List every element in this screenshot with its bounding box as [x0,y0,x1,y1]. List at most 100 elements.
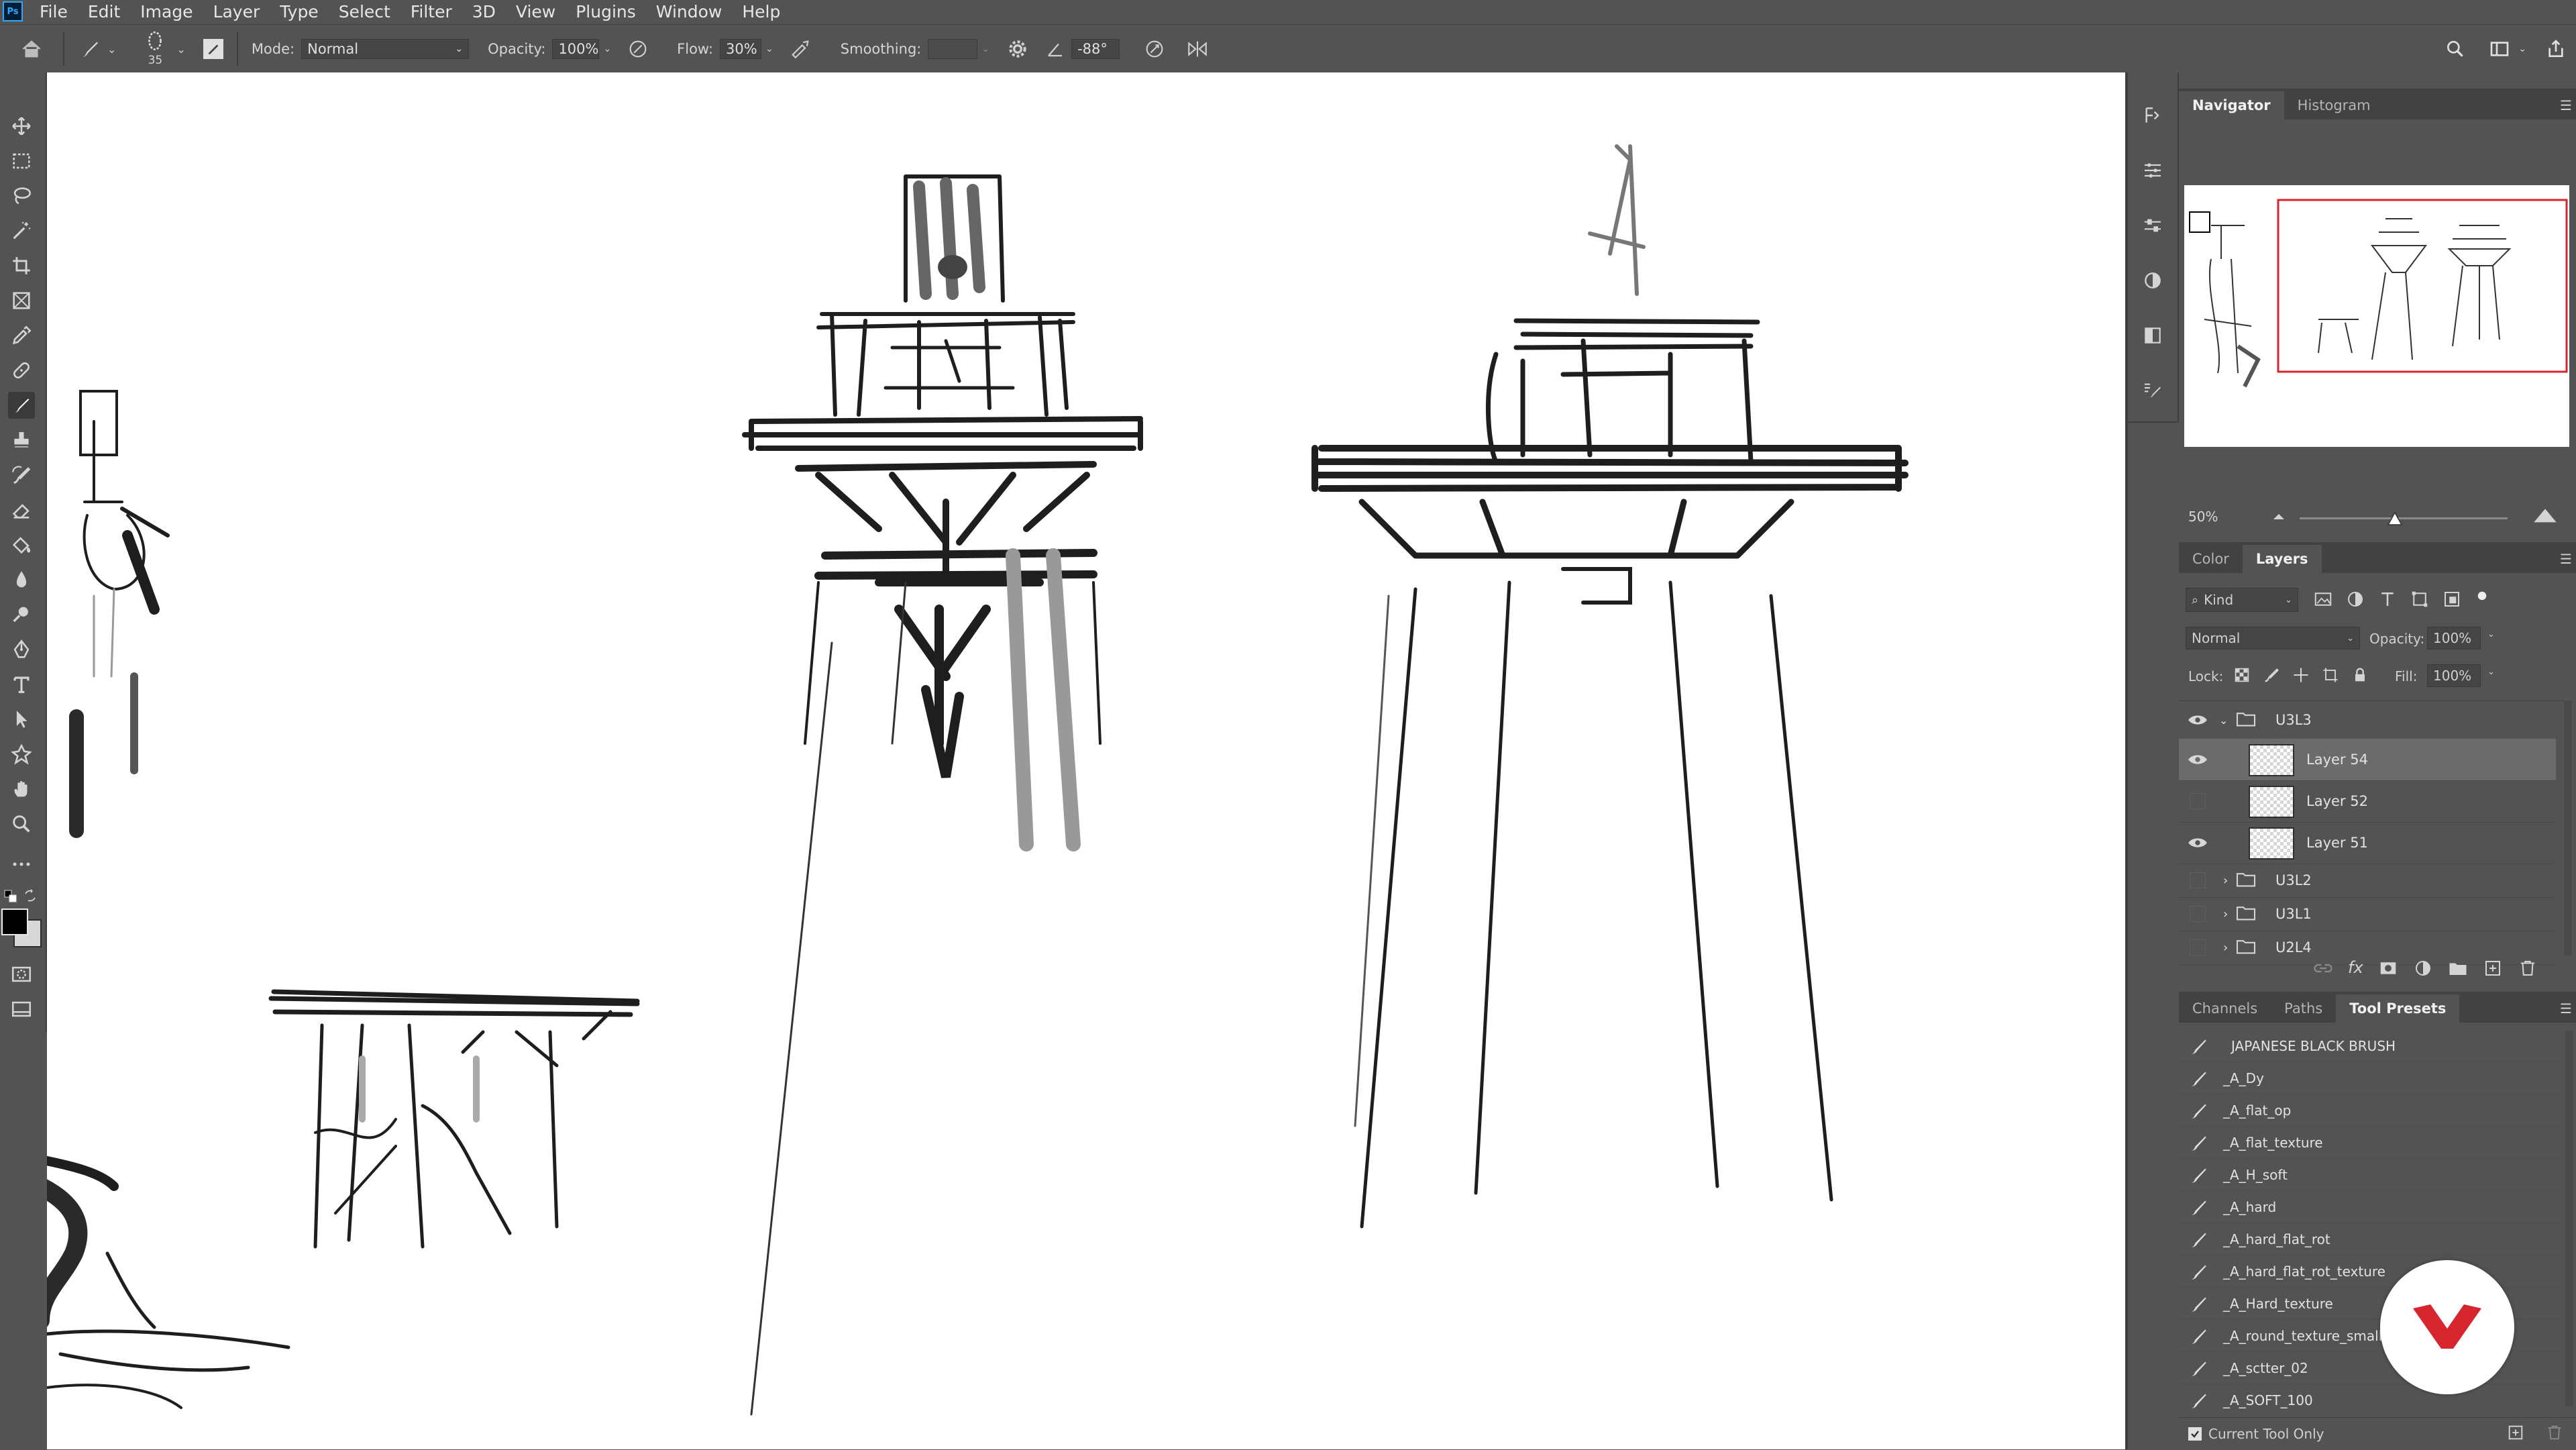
filter-toggle-icon[interactable] [2474,589,2490,612]
magic-wand-icon[interactable] [8,217,35,244]
navigator-preview[interactable] [2184,185,2569,447]
visibility-toggle-empty[interactable] [2184,934,2211,961]
tab-channels[interactable]: Channels [2179,994,2271,1023]
layer-opacity-field[interactable]: 100% [2427,627,2481,650]
zoom-slider-handle[interactable] [2387,511,2403,526]
filter-adjustment-icon[interactable] [2345,589,2365,612]
layer-filter-kind-select[interactable]: ⌕ Kind ⌄ [2186,588,2298,612]
filter-type-icon[interactable] [2377,589,2398,612]
smoothing-field[interactable] [928,39,978,59]
zoom-icon[interactable] [8,811,35,837]
photoshop-logo[interactable]: Ps [3,1,23,21]
layer-row-layer-52[interactable]: Layer 52 [2179,780,2556,823]
brush-icon[interactable] [8,392,35,419]
chevron-down-icon[interactable]: ⌄ [603,44,611,54]
crop-icon[interactable] [8,252,35,279]
gear-icon[interactable] [1006,37,1030,61]
panel-menu-icon[interactable]: ☰ [2556,91,2576,119]
presets-scrollbar[interactable] [2565,1031,2573,1406]
preset-item[interactable]: _A_hard_flat_rot_texture [2179,1256,2561,1288]
visibility-toggle-empty[interactable] [2184,900,2211,927]
navigator-zoom-value[interactable]: 50% [2188,509,2218,525]
link-layers-icon[interactable] [2313,958,2333,981]
add-mask-icon[interactable] [2378,958,2398,981]
preset-item[interactable]: JAPANESE BLACK BRUSH [2179,1031,2561,1062]
path-select-icon[interactable] [8,706,35,733]
lock-image-icon[interactable] [2262,666,2281,687]
menu-image[interactable]: Image [130,2,203,21]
layer-blend-mode-select[interactable]: Normal ⌄ [2186,627,2360,650]
new-adjustment-icon[interactable] [2413,958,2433,981]
history-icon[interactable] [2139,102,2166,129]
visibility-eye-icon[interactable] [2184,746,2211,773]
stamp-icon[interactable] [8,427,35,454]
layer-group-u3l2[interactable]: › U3L2 [2179,864,2556,898]
layer-fill-field[interactable]: 100% [2427,664,2481,687]
lock-position-icon[interactable] [2292,666,2310,687]
menu-3d[interactable]: 3D [462,2,506,21]
tab-histogram[interactable]: Histogram [2284,91,2384,119]
menu-view[interactable]: View [506,2,566,21]
preset-item[interactable]: _A_SOFT_100 [2179,1385,2561,1413]
menu-plugins[interactable]: Plugins [566,2,646,21]
workspace-icon[interactable] [2486,36,2513,62]
menu-edit[interactable]: Edit [78,2,130,21]
new-preset-icon[interactable] [2506,1423,2525,1445]
visibility-toggle-empty[interactable] [2184,867,2211,894]
foreground-color-swatch[interactable] [1,909,28,935]
eraser-icon[interactable] [8,497,35,523]
panel-menu-icon[interactable]: ☰ [2556,545,2576,573]
preset-item[interactable]: _A_flat_op [2179,1095,2561,1127]
blur-icon[interactable] [8,566,35,593]
filter-smart-object-icon[interactable] [2442,589,2462,612]
chevron-down-icon[interactable]: ⌄ [765,44,773,54]
gradients-icon[interactable] [2139,322,2166,349]
frame-icon[interactable] [8,287,35,314]
screen-mode-icon[interactable] [8,996,35,1023]
swap-colors-icon[interactable] [23,888,38,903]
default-colors-icon[interactable] [4,890,17,903]
menu-type[interactable]: Type [270,2,328,21]
brushes-panel-icon[interactable] [2139,377,2166,404]
more-icon[interactable] [8,851,35,878]
layer-row-layer-54[interactable]: Layer 54 [2179,739,2556,781]
pressure-opacity-icon[interactable] [626,37,650,61]
trash-icon[interactable] [2518,958,2538,981]
shape-icon[interactable] [8,741,35,768]
menu-file[interactable]: File [30,2,78,21]
healing-icon[interactable] [8,357,35,384]
current-tool-only-checkbox[interactable] [2188,1427,2202,1441]
filter-pixel-icon[interactable] [2313,589,2333,612]
dodge-icon[interactable] [8,601,35,628]
type-icon[interactable] [8,671,35,698]
chevron-right-icon[interactable]: › [2223,907,2228,921]
lock-artboard-icon[interactable] [2321,666,2340,687]
visibility-eye-icon[interactable] [2184,707,2211,733]
chevron-down-icon[interactable]: ⌄ [2518,44,2526,54]
visibility-toggle-empty[interactable] [2184,788,2211,815]
preset-item[interactable]: _A_Dy [2179,1063,2561,1094]
menu-help[interactable]: Help [732,2,790,21]
chevron-down-icon[interactable]: ⌄ [981,44,989,54]
layer-group-u3l3[interactable]: ⌄ U3L3 [2179,701,2556,739]
visibility-eye-icon[interactable] [2184,829,2211,856]
menu-filter[interactable]: Filter [400,2,462,21]
navigator-zoom-slider[interactable] [2300,517,2508,519]
preset-item[interactable]: _A_flat_texture [2179,1127,2561,1159]
tab-layers[interactable]: Layers [2242,545,2322,573]
marquee-icon[interactable] [8,148,35,174]
opacity-field[interactable]: 100% [552,39,600,59]
layer-row-layer-51[interactable]: Layer 51 [2179,822,2556,864]
adjustments-sliders-icon[interactable] [2139,157,2166,184]
lock-transparent-icon[interactable] [2233,666,2251,687]
brush-settings-panel-icon[interactable] [2139,212,2166,239]
layer-style-fx-icon[interactable]: fx [2348,958,2363,981]
brush-tool-preset-picker[interactable]: ⌄ [78,37,116,61]
layer-group-u3l1[interactable]: › U3L1 [2179,897,2556,931]
filter-shape-icon[interactable] [2410,589,2430,612]
paint-bucket-icon[interactable] [8,531,35,558]
history-brush-icon[interactable] [8,462,35,488]
pen-icon[interactable] [8,636,35,663]
menu-layer[interactable]: Layer [203,2,270,21]
lasso-icon[interactable] [8,183,35,209]
